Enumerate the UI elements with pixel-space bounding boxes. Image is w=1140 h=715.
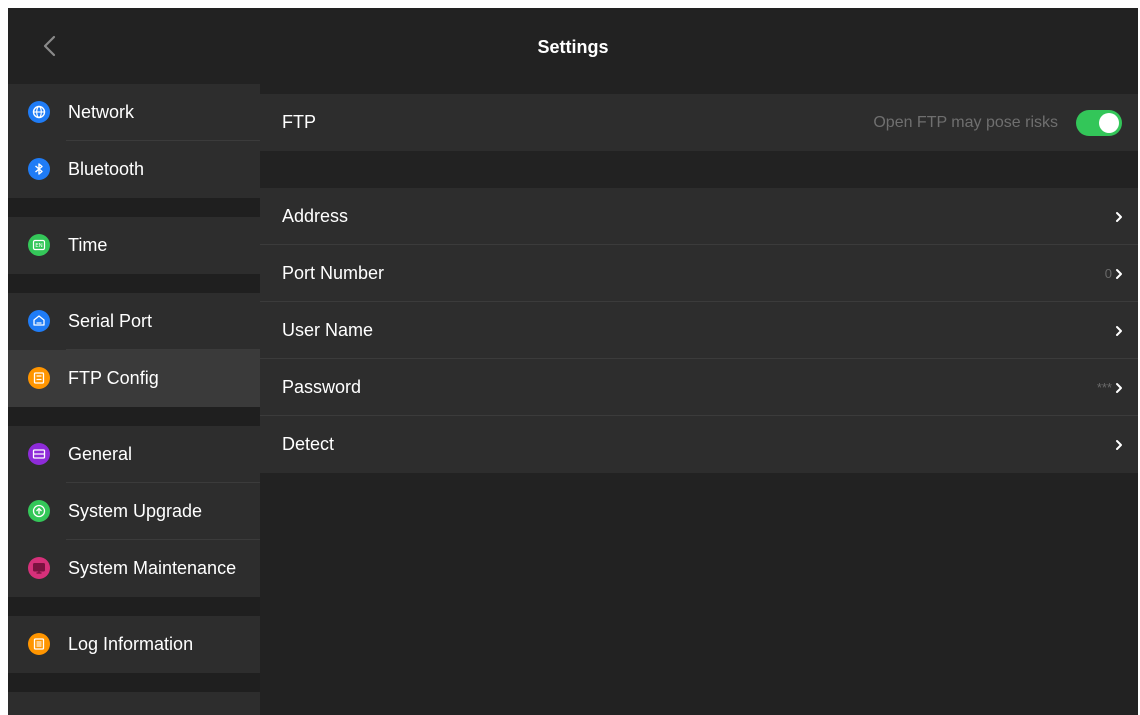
chevron-right-icon: [1116, 269, 1122, 279]
sidebar-item-label: Serial Port: [68, 311, 153, 331]
ftp-label: FTP: [282, 112, 316, 132]
toggle-knob: [1099, 113, 1119, 133]
sidebar-item-label: Network: [68, 102, 135, 122]
sidebar-item-log-information[interactable]: Log Information: [8, 616, 260, 673]
user-name-label: User Name: [282, 320, 374, 340]
sidebar-item-time[interactable]: EN Time: [8, 217, 260, 274]
svg-text:EN: EN: [35, 243, 43, 249]
sidebar-item-label: FTP Config: [68, 368, 159, 388]
address-label: Address: [282, 206, 349, 226]
sidebar-item-ftp-config[interactable]: FTP Config: [8, 350, 260, 407]
ftp-toggle-row: FTP Open FTP may pose risks: [260, 94, 1138, 151]
sidebar-item-system-maintenance[interactable]: System Maintenance: [8, 540, 260, 597]
ftp-icon: [28, 367, 50, 389]
sidebar-item-serial-port[interactable]: Serial Port: [8, 293, 260, 350]
ftp-settings-panel: FTP Open FTP may pose risks Address Port…: [260, 84, 1138, 715]
password-label: Password: [282, 377, 362, 397]
sidebar-item-label: System Maintenance: [68, 558, 237, 578]
password-value: ***: [1096, 380, 1112, 395]
sidebar-item-network[interactable]: Network: [8, 84, 260, 141]
language-icon: EN: [28, 234, 50, 256]
log-icon: [28, 633, 50, 655]
globe-icon: [28, 101, 50, 123]
detect-row[interactable]: Detect: [260, 416, 1138, 473]
port-number-label: Port Number: [282, 263, 385, 283]
upgrade-icon: [28, 500, 50, 522]
sidebar-item-label: System Upgrade: [68, 501, 203, 521]
address-row[interactable]: Address: [260, 188, 1138, 245]
chevron-right-icon: [1116, 326, 1122, 336]
header-bar: Settings: [8, 8, 1138, 84]
sidebar-item-bluetooth[interactable]: Bluetooth: [8, 141, 260, 198]
chevron-right-icon: [1116, 383, 1122, 393]
port-number-value: 0: [1104, 266, 1112, 281]
serial-port-icon: [28, 310, 50, 332]
sidebar-item-label: General: [68, 444, 133, 464]
port-number-row[interactable]: Port Number 0: [260, 245, 1138, 302]
user-name-row[interactable]: User Name: [260, 302, 1138, 359]
settings-screen: Settings Network Bluetooth EN Time Seria…: [8, 8, 1138, 715]
sidebar: Network Bluetooth EN Time Serial Port FT…: [8, 84, 260, 715]
sidebar-item-label: Time: [68, 235, 108, 255]
maintenance-icon: [28, 557, 50, 579]
chevron-right-icon: [1116, 440, 1122, 450]
bluetooth-icon: [28, 158, 50, 180]
page-title: Settings: [537, 37, 609, 57]
sidebar-item-partial[interactable]: [8, 692, 260, 715]
password-row[interactable]: Password ***: [260, 359, 1138, 416]
sidebar-item-label: Log Information: [68, 634, 194, 654]
ftp-toggle[interactable]: [1076, 110, 1122, 136]
ftp-risk-hint: Open FTP may pose risks: [873, 114, 1058, 131]
sidebar-item-system-upgrade[interactable]: System Upgrade: [8, 483, 260, 540]
detect-label: Detect: [282, 434, 335, 454]
sidebar-item-label: Bluetooth: [68, 159, 145, 179]
chevron-right-icon: [1116, 212, 1122, 222]
sidebar-item-general[interactable]: General: [8, 426, 260, 483]
general-icon: [28, 443, 50, 465]
